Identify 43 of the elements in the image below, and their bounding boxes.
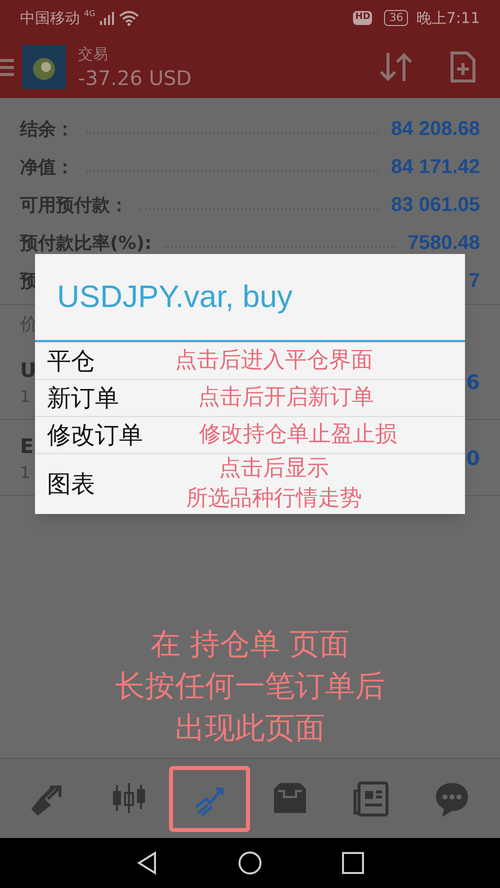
position-symbol: U	[20, 356, 36, 384]
hd-badge: HD	[353, 11, 372, 25]
newspaper-icon[interactable]	[351, 778, 392, 818]
annotation-text: 点击后开启新订单	[198, 384, 374, 412]
recents-icon[interactable]	[342, 852, 364, 874]
home-icon[interactable]	[238, 851, 262, 875]
annotation-text: 长按任何一笔订单后	[115, 668, 385, 706]
battery-indicator: 36	[384, 10, 408, 26]
sort-icon[interactable]	[378, 50, 414, 82]
account-label: 结余：	[20, 118, 74, 142]
signal-icon	[99, 11, 116, 25]
position-profit: 6	[466, 368, 480, 396]
account-label: 预付款比率(%):	[20, 232, 152, 256]
annotation-text: 所选品种行情走势	[186, 485, 362, 513]
dialog-title: USDJPY.var, buy	[57, 278, 292, 316]
menu-item[interactable]: 修改订单	[47, 417, 143, 453]
app-logo-icon	[22, 44, 66, 88]
annotation-text: 点击后显示	[219, 455, 329, 483]
account-value: 7580.48	[408, 231, 480, 256]
annotation-text: 出现此页面	[175, 710, 325, 748]
new-document-icon[interactable]	[450, 50, 476, 82]
network-type: 4G	[84, 8, 96, 20]
carrier-name: 中国移动	[20, 8, 80, 29]
account-label: 可用预付款：	[20, 194, 128, 218]
account-balance: -37.26 USD	[78, 66, 192, 90]
account-value: 84 171.42	[391, 155, 480, 180]
account-label: 净值：	[20, 156, 74, 180]
menu-item[interactable]: 新订单	[47, 380, 119, 416]
clock: 晚上7:11	[416, 8, 480, 29]
menu-item[interactable]: 平仓	[47, 343, 95, 379]
screen-title: 交易	[78, 44, 109, 66]
position-profit: 0	[466, 444, 480, 472]
back-icon[interactable]	[136, 851, 158, 875]
account-value: 7	[468, 269, 480, 294]
menu-icon[interactable]	[0, 56, 14, 76]
annotation-text: 在 持仓单 页面	[150, 626, 350, 664]
account-value: 83 061.05	[391, 193, 480, 218]
annotation-text: 修改持仓单止盈止损	[199, 421, 397, 449]
wifi-icon	[119, 10, 140, 26]
annotation-text: 点击后进入平仓界面	[175, 347, 373, 375]
account-value: 84 208.68	[391, 117, 480, 142]
position-symbol: E	[20, 432, 34, 460]
menu-item[interactable]: 图表	[47, 466, 95, 502]
